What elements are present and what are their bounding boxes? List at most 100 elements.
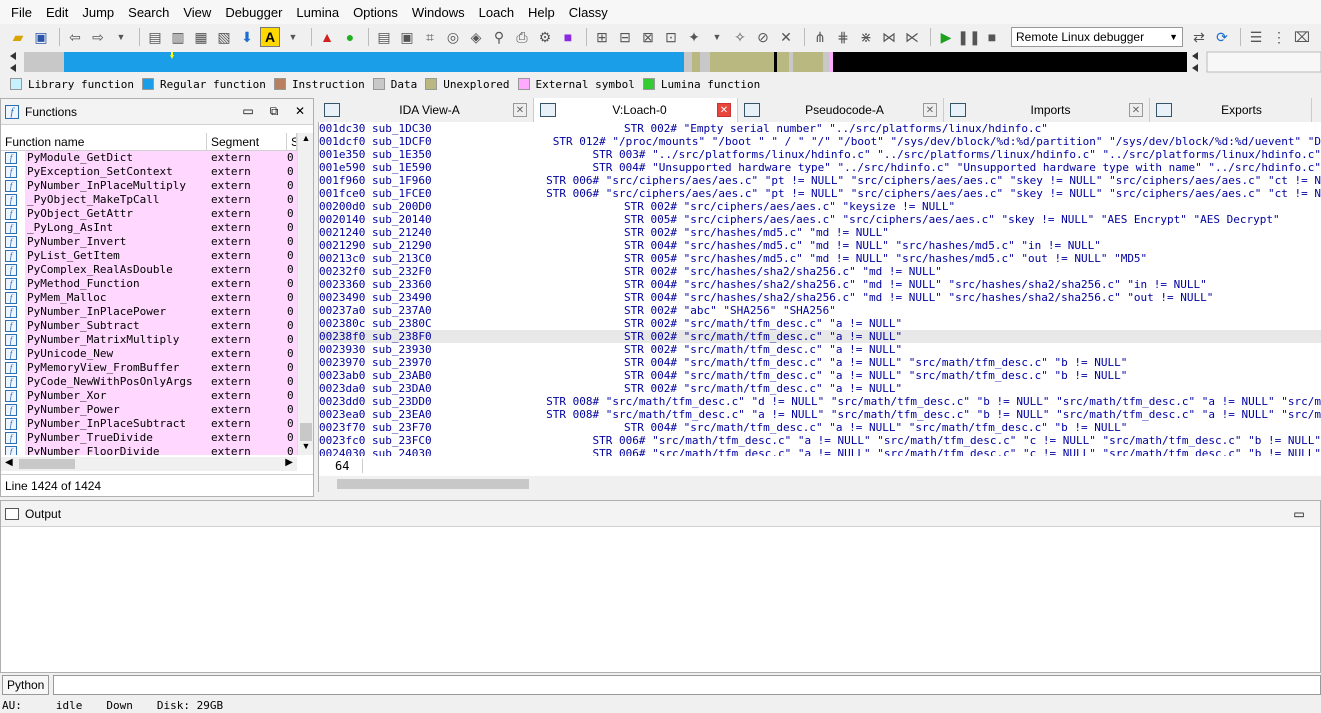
struct-icon[interactable]: ◎ — [443, 27, 463, 47]
function-row[interactable]: f PyComplex_RealAsDouble extern 0 — [1, 263, 297, 277]
function-row[interactable]: f PyNumber_InPlaceMultiply extern 0 — [1, 179, 297, 193]
menu-debugger[interactable]: Debugger — [218, 5, 289, 20]
listing-row[interactable]: 0023ea0 sub_23EA0 STR 008# "src/math/tfm_… — [319, 408, 1321, 421]
tab-v-loach-0[interactable]: V:Loach-0 ✕ — [534, 98, 738, 122]
function-row[interactable]: f PyNumber_InPlacePower extern 0 — [1, 305, 297, 319]
function-row[interactable]: f _PyLong_AsInt extern 0 — [1, 221, 297, 235]
tree-icon[interactable]: ⋔ — [810, 27, 830, 47]
plugin-icon[interactable]: ⚙ — [535, 27, 555, 47]
graph-icon-5[interactable]: ⋉ — [902, 27, 922, 47]
functions-horizontal-scrollbar[interactable]: ◀ ▶ — [1, 457, 297, 471]
list-icon[interactable]: ☰ — [1246, 27, 1266, 47]
tab-exports[interactable]: Exports — [1150, 98, 1312, 122]
listing-row[interactable]: 00213c0 sub_213C0 STR 005# "src/hashes/md… — [319, 252, 1321, 265]
menu-lumina[interactable]: Lumina — [289, 5, 346, 20]
palette-icon[interactable]: ■ — [558, 27, 578, 47]
hex-icon[interactable]: ▤ — [145, 27, 165, 47]
print-icon[interactable]: ⎙ — [512, 27, 532, 47]
graph-icon-2[interactable]: ⋕ — [833, 27, 853, 47]
maximize-icon[interactable]: ▭ — [235, 104, 261, 119]
tab-pseudocode-a[interactable]: Pseudocode-A ✕ — [738, 98, 944, 122]
scroll-down-icon[interactable]: ▼ — [298, 441, 314, 455]
function-row[interactable]: f PyObject_GetAttr extern 0 — [1, 207, 297, 221]
maximize-icon[interactable]: ▭ — [1286, 507, 1312, 521]
listing-horizontal-scrollbar[interactable] — [318, 476, 1321, 492]
menu-file[interactable]: File — [4, 5, 39, 20]
function-row[interactable]: f PyList_GetItem extern 0 — [1, 249, 297, 263]
function-row[interactable]: f PyException_SetContext extern 0 — [1, 165, 297, 179]
text-search-icon[interactable]: ▦ — [191, 27, 211, 47]
xrefs-icon[interactable]: ⚲ — [489, 27, 509, 47]
graph-view-icon[interactable]: ▤ — [374, 27, 394, 47]
menu-edit[interactable]: Edit — [39, 5, 75, 20]
listing-row[interactable]: 0023930 sub_23930 STR 002# "src/math/tfm_… — [319, 343, 1321, 356]
jump-down-icon[interactable]: ⬇ — [237, 27, 257, 47]
function-row[interactable]: f PyModule_GetDict extern 0 — [1, 151, 297, 165]
listing-row[interactable]: 00238f0 sub_238F0 STR 002# "src/math/tfm_… — [319, 330, 1321, 343]
color-text-icon[interactable]: A — [260, 27, 280, 47]
function-row[interactable]: f PyMemoryView_FromBuffer extern 0 — [1, 361, 297, 375]
column-s[interactable]: S — [287, 133, 297, 150]
listing-row[interactable]: 0020140 sub_20140 STR 005# "src/ciphers/a… — [319, 213, 1321, 226]
listing-row[interactable]: 001e590 sub_1E590 STR 004# "Unsupported h… — [319, 161, 1321, 174]
listing-row[interactable]: 0023dd0 sub_23DD0 STR 008# "src/math/tfm_… — [319, 395, 1321, 408]
nav-dropdown-icon[interactable]: ▼ — [111, 27, 131, 47]
status-green-icon[interactable]: ● — [340, 27, 360, 47]
code-icon[interactable]: ⊞ — [592, 27, 612, 47]
functions-hscroll-thumb[interactable] — [19, 459, 75, 469]
close-icon[interactable]: ✕ — [923, 103, 937, 117]
ascii-icon[interactable]: ⊠ — [638, 27, 658, 47]
proximity-icon[interactable]: ▣ — [397, 27, 417, 47]
scroll-right-icon[interactable]: ▶ — [285, 457, 293, 468]
graph-icon-3[interactable]: ⋇ — [856, 27, 876, 47]
listing-row[interactable]: 001fce0 sub_1FCE0 STR 006# "src/ciphers/a… — [319, 187, 1321, 200]
pause-icon[interactable]: ❚❚ — [957, 27, 980, 47]
enum-icon[interactable]: ◈ — [466, 27, 486, 47]
float-icon[interactable]: ⧉ — [261, 104, 287, 119]
menu-help[interactable]: Help — [521, 5, 562, 20]
back-icon[interactable]: ⇦ — [65, 27, 85, 47]
patch-icon[interactable]: ✧ — [730, 27, 750, 47]
play-icon[interactable]: ▶ — [936, 27, 956, 47]
tab-ida-view-a[interactable]: IDA View-A ✕ — [318, 98, 534, 122]
listing-row[interactable]: 001e350 sub_1E350 STR 003# "../src/platfo… — [319, 148, 1321, 161]
function-row[interactable]: f PyCode_NewWithPosOnlyArgs extern 0 — [1, 375, 297, 389]
function-row[interactable]: f PyNumber_TrueDivide extern 0 — [1, 431, 297, 445]
listing-row[interactable]: 0023f70 sub_23F70 STR 004# "src/math/tfm_… — [319, 421, 1321, 434]
function-row[interactable]: f PyNumber_Power extern 0 — [1, 403, 297, 417]
delete-icon[interactable]: ✕ — [776, 27, 796, 47]
python-button[interactable]: Python — [2, 675, 50, 695]
graph-icon-4[interactable]: ⋈ — [879, 27, 899, 47]
scroll-left-icon[interactable]: ◀ — [5, 457, 13, 468]
function-icon[interactable]: ⊡ — [661, 27, 681, 47]
listing-row[interactable]: 001dcf0 sub_1DCF0 STR 012# "/proc/mounts"… — [319, 135, 1321, 148]
attach-icon[interactable]: ⇄ — [1189, 27, 1209, 47]
color-dropdown-icon[interactable]: ▼ — [283, 27, 303, 47]
listing-row[interactable]: 0023970 sub_23970 STR 004# "src/math/tfm_… — [319, 356, 1321, 369]
tab-imports[interactable]: Imports ✕ — [944, 98, 1150, 122]
loach-listing[interactable]: 001dc30 sub_1DC30 STR 002# "Empty serial … — [318, 122, 1321, 456]
menu-classy[interactable]: Classy — [562, 5, 615, 20]
undefine-icon[interactable]: ⊘ — [753, 27, 773, 47]
listing-row[interactable]: 001dc30 sub_1DC30 STR 002# "Empty serial … — [319, 122, 1321, 135]
functions-scroll-thumb[interactable] — [300, 423, 312, 441]
function-row[interactable]: f PyMem_Malloc extern 0 — [1, 291, 297, 305]
menu-windows[interactable]: Windows — [405, 5, 472, 20]
listing-row[interactable]: 00200d0 sub_200D0 STR 002# "src/ciphers/a… — [319, 200, 1321, 213]
save-icon[interactable]: ▣ — [31, 27, 51, 47]
forward-icon[interactable]: ⇨ — [88, 27, 108, 47]
function-row[interactable]: f PyNumber_Subtract extern 0 — [1, 319, 297, 333]
functions-vertical-scrollbar[interactable]: ▲ ▼ — [297, 133, 313, 455]
data-icon[interactable]: ⊟ — [615, 27, 635, 47]
debug-options-icon[interactable]: ⟳ — [1212, 27, 1232, 47]
listing-row[interactable]: 0023fc0 sub_23FC0 STR 006# "src/math/tfm_… — [319, 434, 1321, 447]
navigation-band[interactable] — [0, 50, 1321, 74]
function-row[interactable]: f _PyObject_MakeTpCall extern 0 — [1, 193, 297, 207]
listing-row[interactable]: 0021290 sub_21290 STR 004# "src/hashes/md… — [319, 239, 1321, 252]
function-row[interactable]: f PyUnicode_New extern 0 — [1, 347, 297, 361]
listing-hscroll-thumb[interactable] — [337, 479, 529, 489]
debugger-select[interactable]: Remote Linux debugger ▼ — [1011, 27, 1183, 47]
listing-row[interactable]: 0023490 sub_23490 STR 004# "src/hashes/sh… — [319, 291, 1321, 304]
binary-search-icon[interactable]: ▥ — [168, 27, 188, 47]
column-segment[interactable]: Segment — [207, 133, 287, 150]
